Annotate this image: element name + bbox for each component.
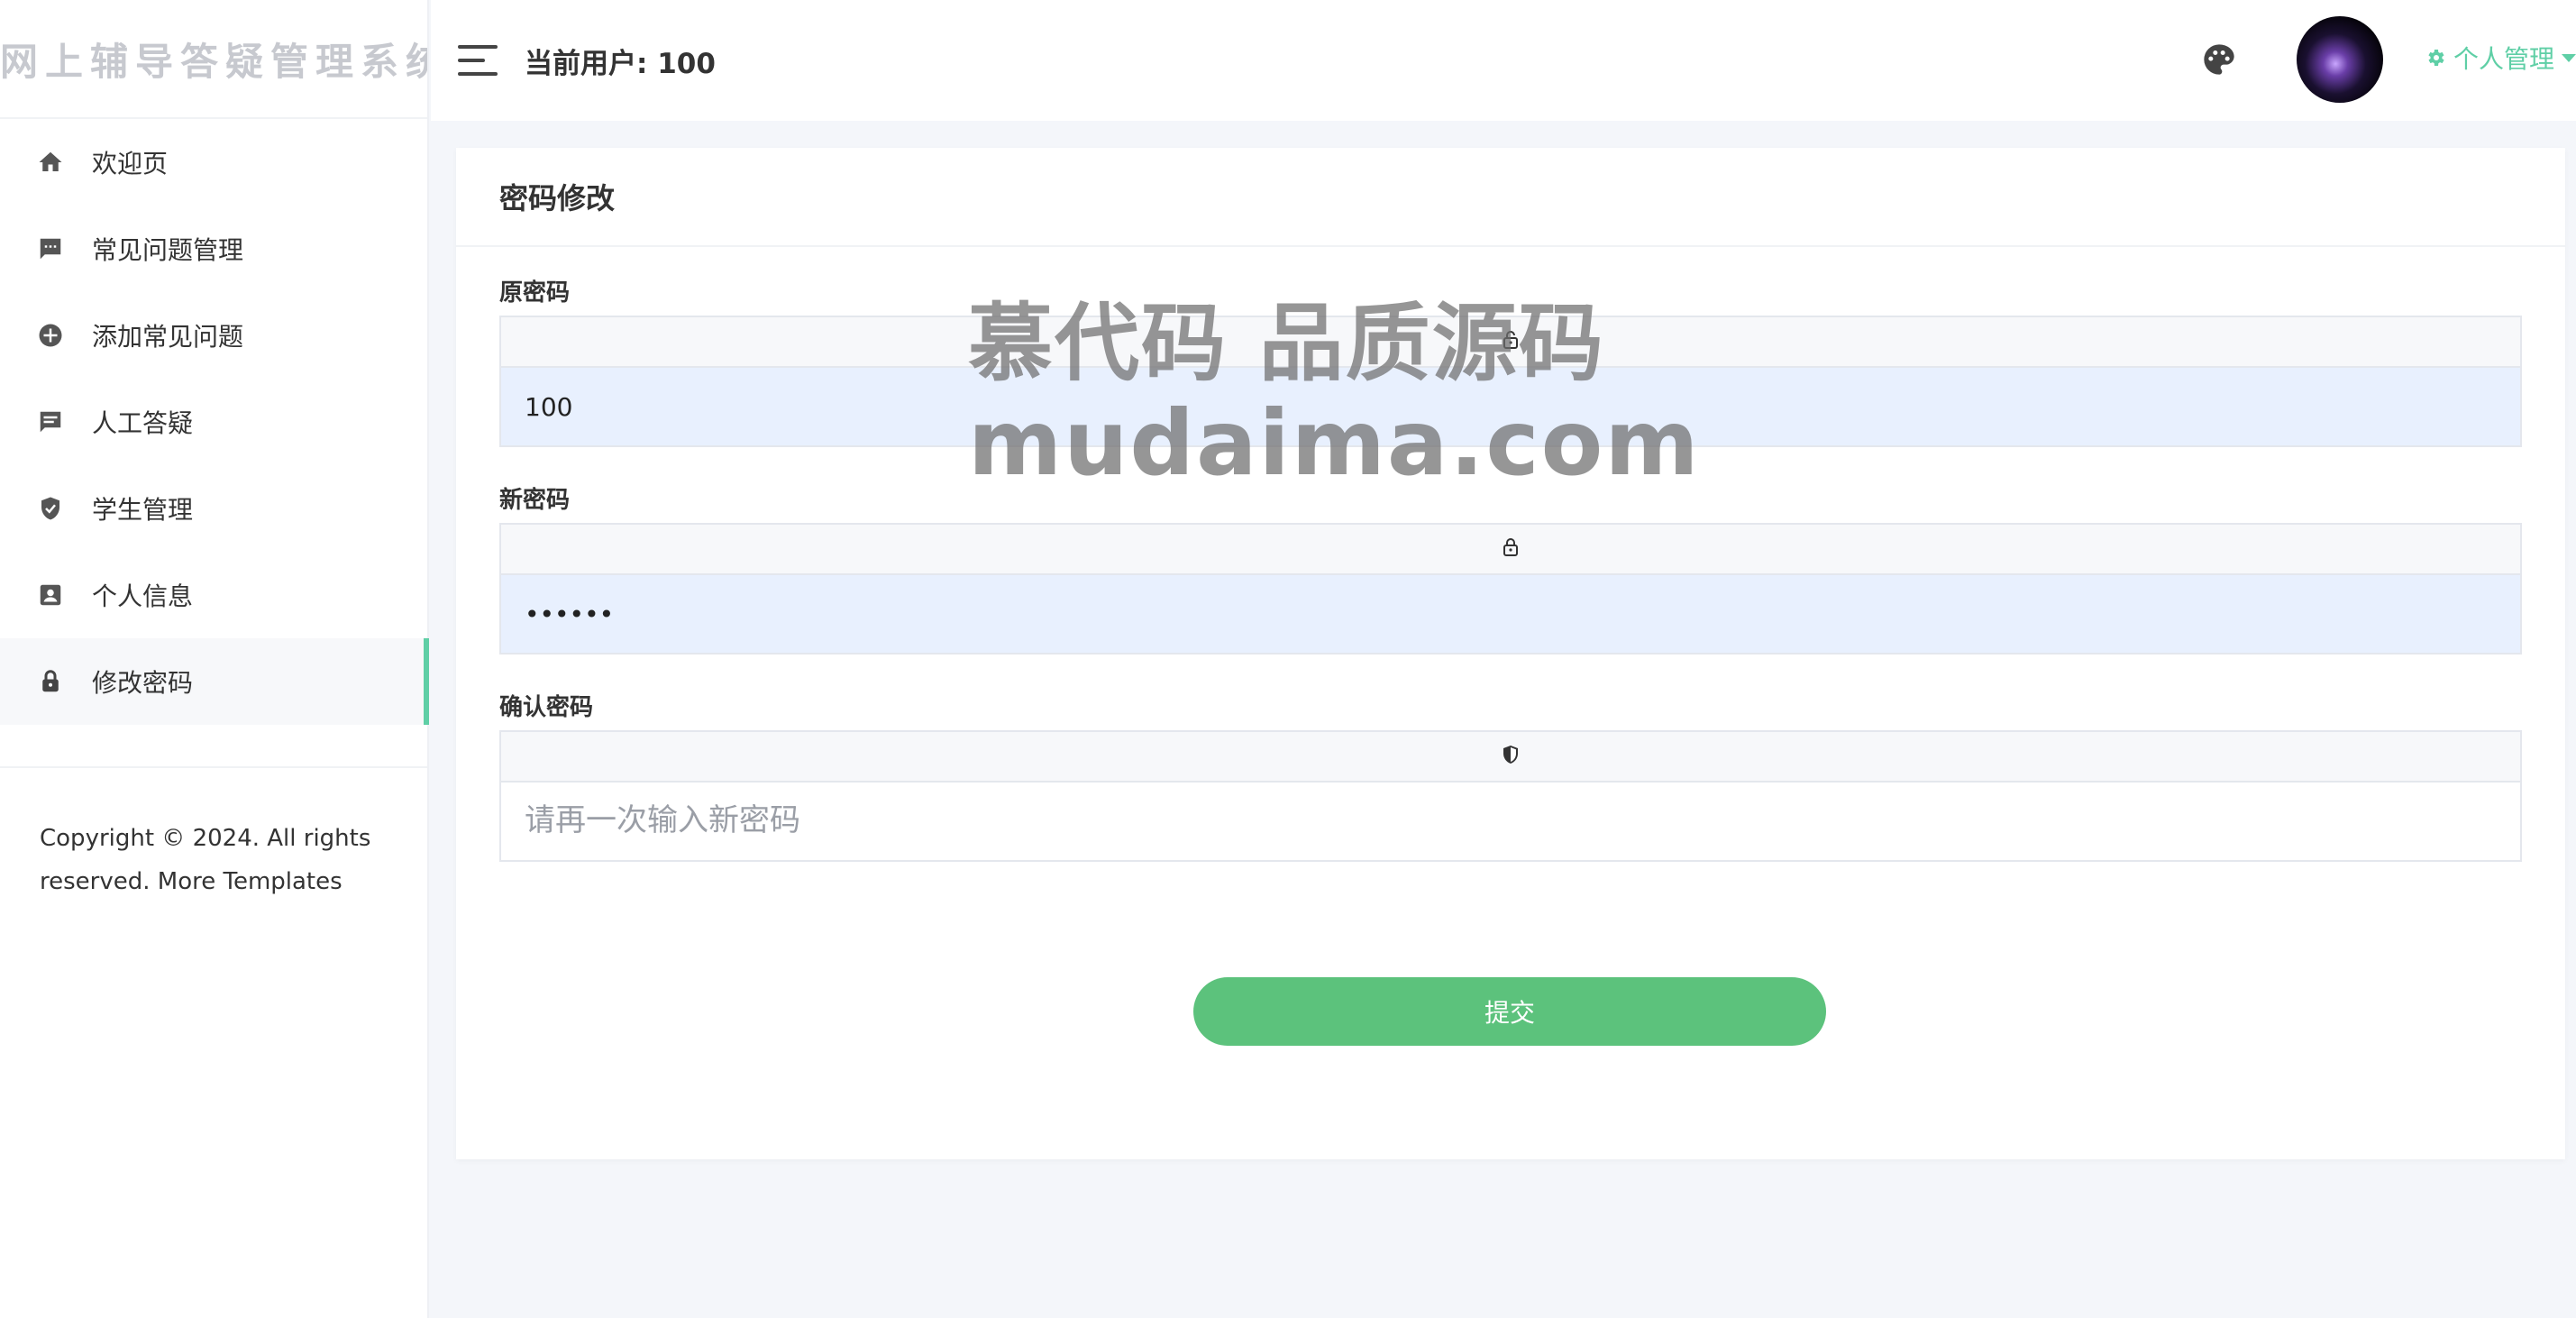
- sidebar-item-change-password[interactable]: 修改密码: [0, 638, 429, 725]
- lock-icon: [36, 667, 65, 696]
- sidebar: 网上辅导答疑管理系统 欢迎页 常见问题管理 添加常见问题 人工答疑 学生管理 个…: [0, 0, 429, 1318]
- new-password-input[interactable]: [499, 573, 2522, 654]
- old-password-input[interactable]: [499, 366, 2522, 447]
- sidebar-item-label: 添加常见问题: [92, 322, 244, 352]
- sidebar-item-label: 修改密码: [92, 668, 194, 698]
- new-password-field: 新密码: [499, 481, 2522, 654]
- old-password-addon: [499, 316, 2522, 366]
- sidebar-item-add-faq[interactable]: 添加常见问题: [0, 292, 427, 379]
- password-change-card: 密码修改 原密码 新密码 确认密码 提交: [456, 148, 2565, 1159]
- sidebar-item-faq-management[interactable]: 常见问题管理: [0, 206, 427, 292]
- sidebar-item-manual-qa[interactable]: 人工答疑: [0, 379, 427, 465]
- lock-open-icon: [1500, 329, 1521, 354]
- confirm-password-label: 确认密码: [499, 694, 594, 721]
- top-header: 当前用户: 100 个人管理: [431, 0, 2576, 121]
- contact-card-icon: [36, 581, 65, 609]
- sidebar-item-student-management[interactable]: 学生管理: [0, 465, 427, 552]
- gear-icon: [2425, 47, 2446, 69]
- page-title: 密码修改: [456, 148, 2565, 247]
- old-password-label: 原密码: [499, 279, 571, 307]
- plus-circle-icon: [36, 321, 65, 350]
- chevron-down-icon: [2562, 53, 2576, 62]
- personal-management-label: 个人管理: [2453, 44, 2554, 74]
- submit-button[interactable]: 提交: [1193, 977, 1826, 1046]
- copyright-text: Copyright © 2024. All rights reserved. M…: [40, 825, 371, 895]
- app-logo-title: 网上辅导答疑管理系统: [0, 0, 427, 119]
- current-user-label: 当前用户: 100: [525, 47, 716, 80]
- sidebar-item-welcome[interactable]: 欢迎页: [0, 119, 427, 206]
- confirm-password-addon: [499, 730, 2522, 781]
- menu-toggle-icon[interactable]: [458, 45, 498, 76]
- lock-icon: [1500, 536, 1521, 562]
- shield-check-icon: [36, 494, 65, 523]
- new-password-addon: [499, 523, 2522, 573]
- palette-icon[interactable]: [2201, 41, 2237, 78]
- personal-management-dropdown[interactable]: 个人管理: [2425, 40, 2576, 76]
- old-password-field: 原密码: [499, 274, 2522, 447]
- sidebar-menu: 欢迎页 常见问题管理 添加常见问题 人工答疑 学生管理 个人信息 修改密码: [0, 119, 429, 725]
- chat-icon: [36, 234, 65, 263]
- sidebar-item-label: 常见问题管理: [92, 235, 244, 265]
- sidebar-item-personal-info[interactable]: 个人信息: [0, 552, 427, 638]
- shield-icon: [1500, 744, 1521, 769]
- confirm-password-field: 确认密码: [499, 689, 2522, 862]
- avatar[interactable]: [2297, 16, 2383, 103]
- message-icon: [36, 407, 65, 436]
- sidebar-item-label: 个人信息: [92, 581, 194, 611]
- sidebar-item-label: 学生管理: [92, 495, 194, 525]
- new-password-label: 新密码: [499, 487, 571, 514]
- sidebar-item-label: 欢迎页: [92, 149, 169, 178]
- sidebar-item-label: 人工答疑: [92, 408, 194, 438]
- confirm-password-input[interactable]: [499, 781, 2522, 862]
- home-icon: [36, 148, 65, 177]
